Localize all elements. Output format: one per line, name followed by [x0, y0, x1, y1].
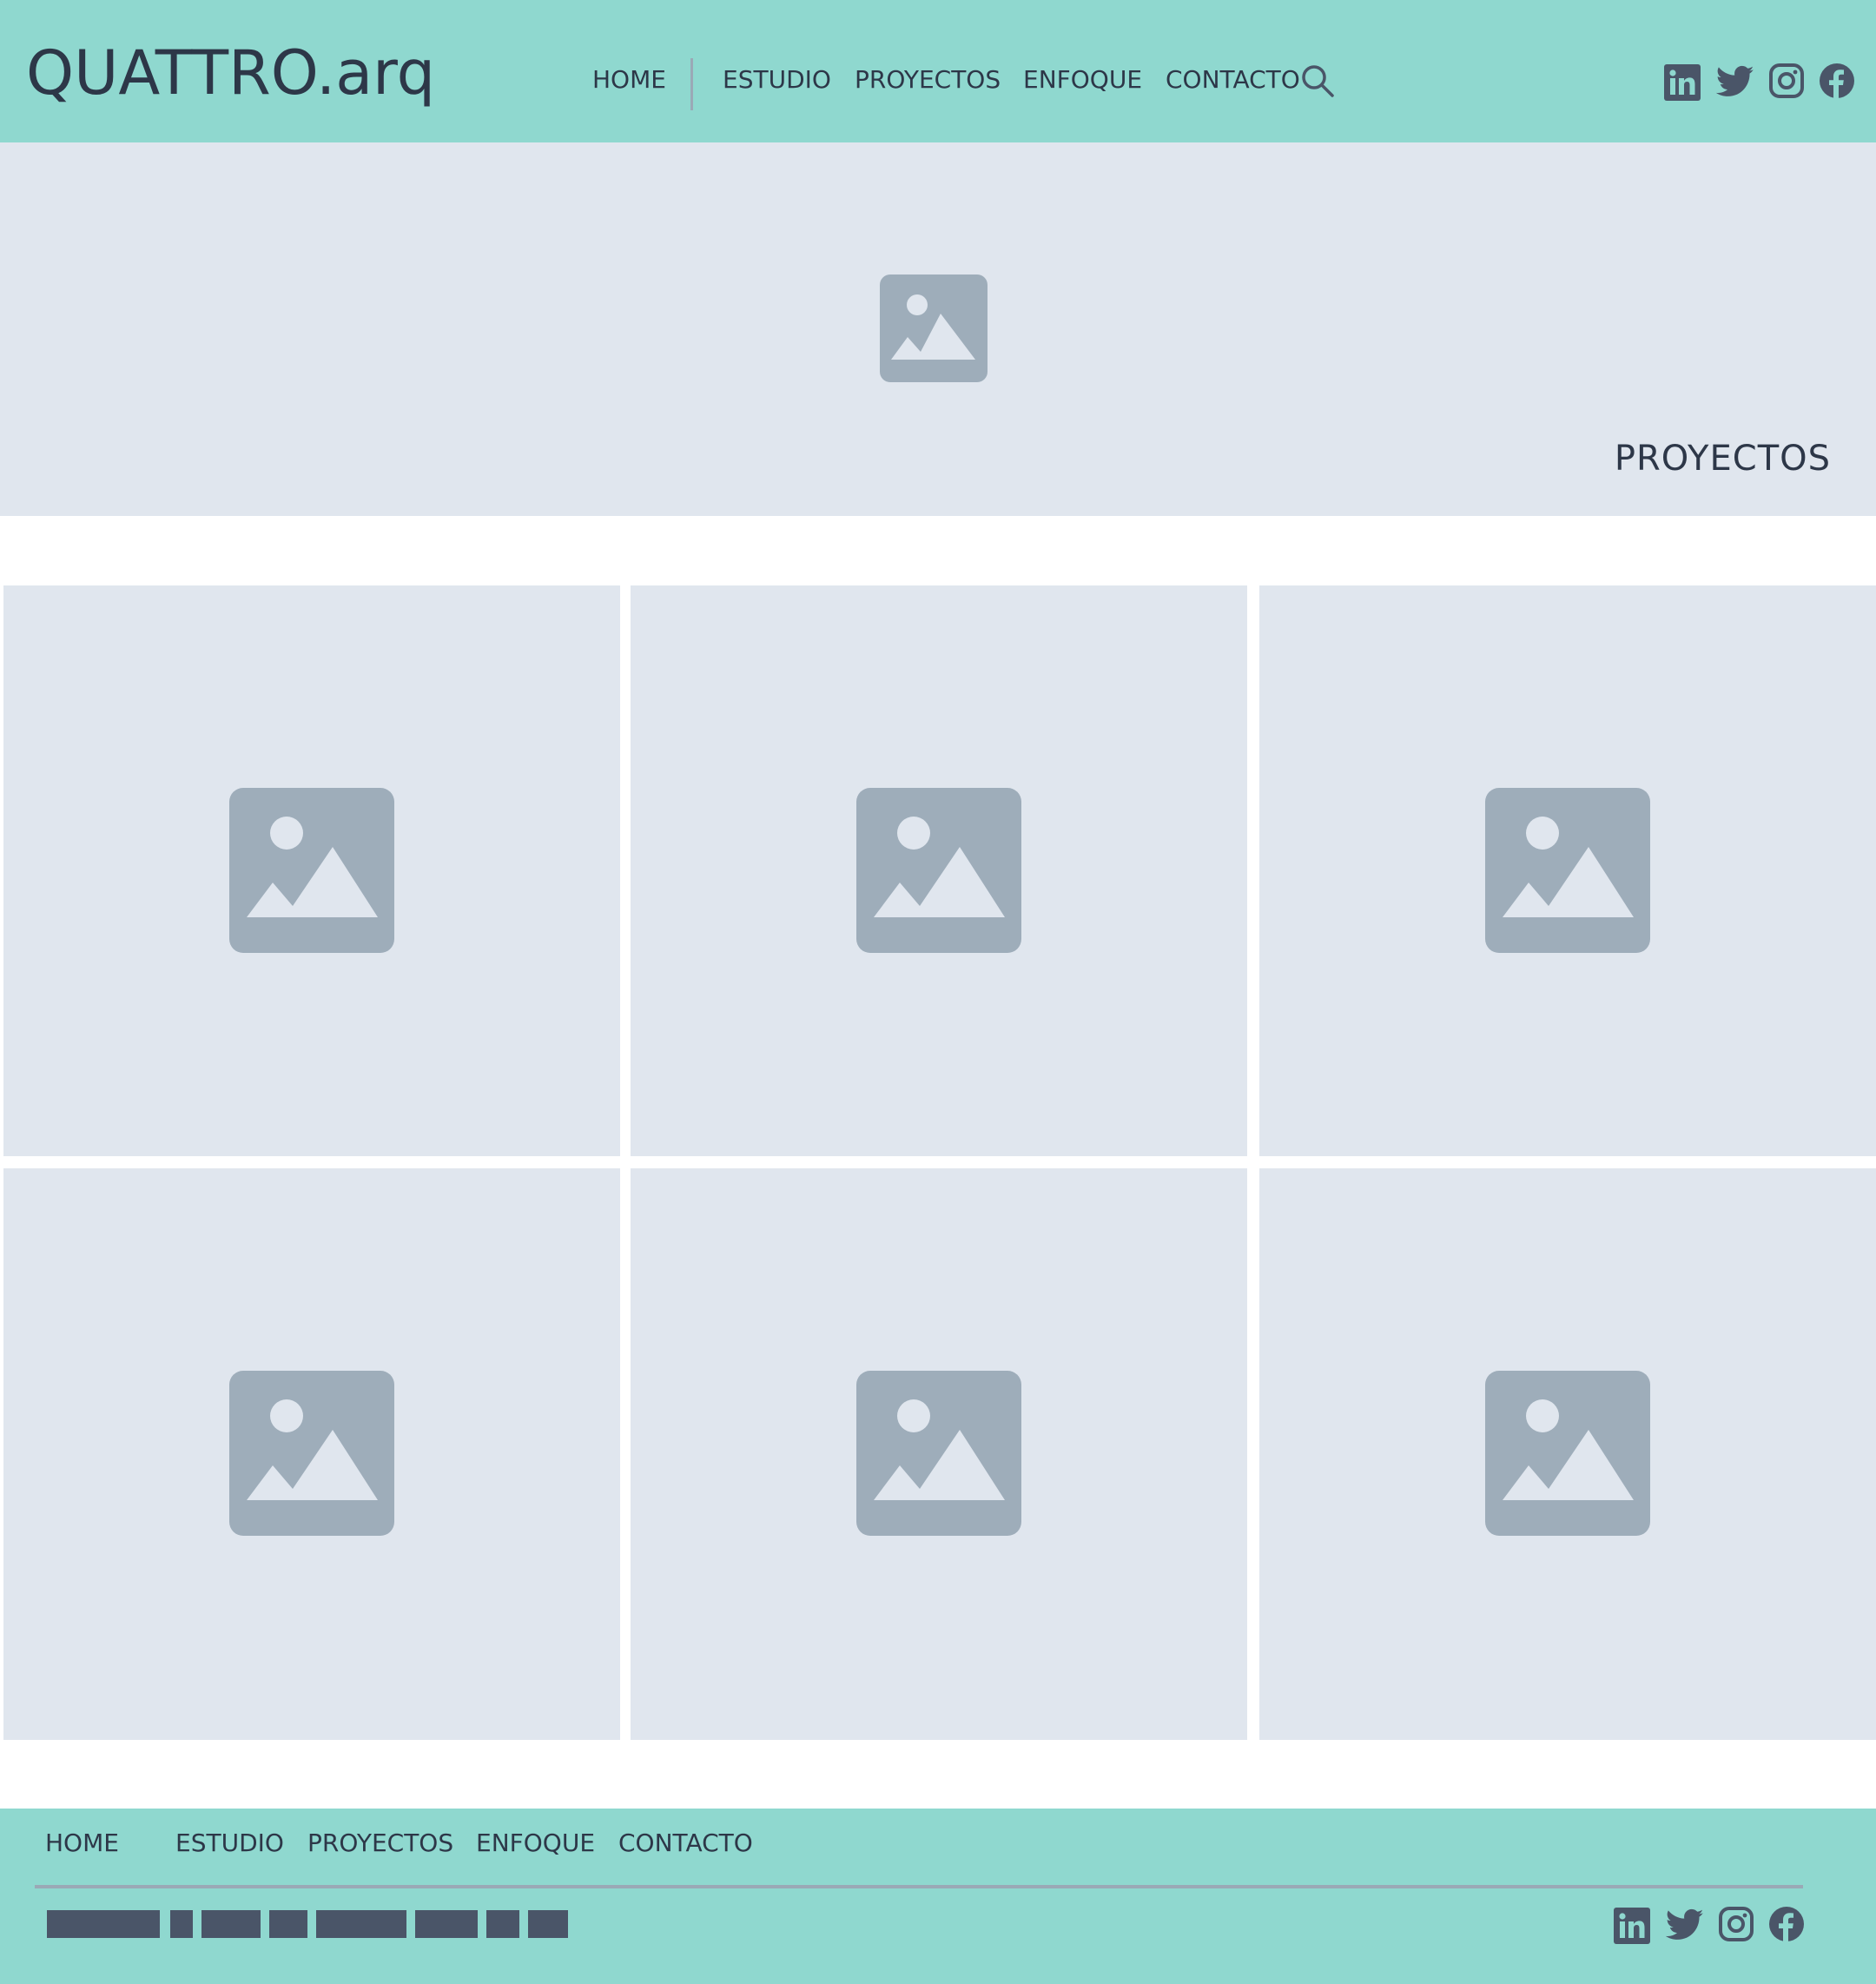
redacted-text-block	[201, 1910, 261, 1938]
nav-home[interactable]: HOME	[592, 63, 666, 97]
linkedin-icon[interactable]	[1664, 64, 1701, 101]
site-footer: HOME ESTUDIO PROYECTOS ENFOQUE CONTACTO	[0, 1809, 1876, 1984]
redacted-text-block	[316, 1910, 406, 1938]
image-placeholder-icon	[229, 1371, 394, 1536]
redacted-text-block	[528, 1910, 568, 1938]
project-tile[interactable]	[3, 1168, 620, 1740]
instagram-icon[interactable]	[1718, 1906, 1754, 1942]
nav-divider	[690, 58, 693, 110]
facebook-icon[interactable]	[1768, 1906, 1805, 1942]
project-tile[interactable]	[631, 1168, 1247, 1740]
image-placeholder-icon	[856, 788, 1021, 953]
redacted-text-block	[170, 1910, 193, 1938]
nav-contacto[interactable]: CONTACTO	[1166, 63, 1300, 97]
search-icon[interactable]	[1300, 63, 1335, 98]
linkedin-icon[interactable]	[1614, 1908, 1650, 1944]
site-header: QUATTRO.arq HOME ESTUDIO PROYECTOS ENFOQ…	[0, 0, 1876, 142]
facebook-icon[interactable]	[1819, 63, 1855, 99]
site-logo[interactable]: QUATTRO.arq	[26, 36, 435, 109]
image-placeholder-icon	[229, 788, 394, 953]
instagram-icon[interactable]	[1768, 63, 1805, 99]
redacted-text-block	[269, 1910, 307, 1938]
nav-proyectos[interactable]: PROYECTOS	[855, 63, 1001, 97]
project-tile[interactable]	[1259, 1168, 1876, 1740]
hero-banner: PROYECTOS	[0, 142, 1876, 516]
nav-enfoque[interactable]: ENFOQUE	[1023, 63, 1142, 97]
footer-divider	[35, 1885, 1803, 1888]
footer-nav-home[interactable]: HOME	[45, 1826, 119, 1861]
redacted-text-block	[47, 1910, 160, 1938]
footer-nav-proyectos[interactable]: PROYECTOS	[307, 1826, 453, 1861]
project-tile[interactable]	[1259, 585, 1876, 1156]
footer-nav-enfoque[interactable]: ENFOQUE	[476, 1826, 595, 1861]
footer-nav-estudio[interactable]: ESTUDIO	[175, 1826, 284, 1861]
project-tile[interactable]	[3, 585, 620, 1156]
nav-estudio[interactable]: ESTUDIO	[723, 63, 831, 97]
footer-nav-contacto[interactable]: CONTACTO	[618, 1826, 753, 1861]
image-placeholder-icon	[1485, 788, 1650, 953]
image-placeholder-icon	[856, 1371, 1021, 1536]
twitter-icon[interactable]	[1716, 64, 1754, 99]
redacted-text-block	[415, 1910, 478, 1938]
project-tile[interactable]	[631, 585, 1247, 1156]
image-placeholder-icon	[1485, 1371, 1650, 1536]
image-placeholder-icon	[880, 274, 988, 382]
twitter-icon[interactable]	[1666, 1908, 1704, 1942]
page-title: PROYECTOS	[1614, 439, 1831, 479]
redacted-text-block	[486, 1910, 519, 1938]
